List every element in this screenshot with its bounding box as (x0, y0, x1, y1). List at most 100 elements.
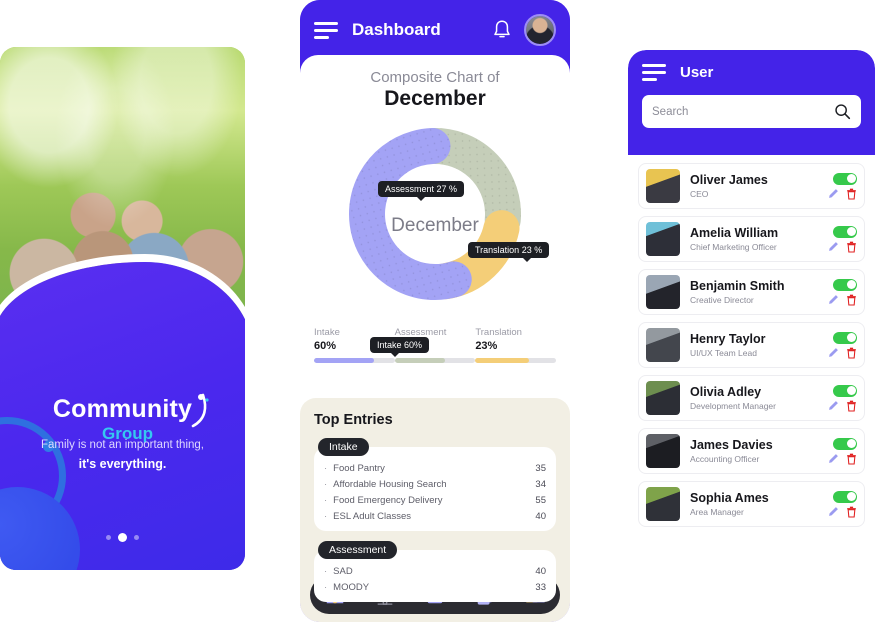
table-row[interactable]: Olivia Adley Development Manager (638, 375, 865, 421)
user-role: Area Manager (690, 507, 744, 518)
trash-delete-icon[interactable] (846, 294, 857, 306)
pencil-edit-icon[interactable] (828, 506, 839, 517)
page-title: User (680, 64, 714, 81)
list-item[interactable]: · Affordable Housing Search 34 (324, 476, 546, 492)
legend-value: 23% (475, 340, 498, 352)
chart-legend: Intake 60% Assessment 27% Translation 23… (300, 327, 570, 363)
row-icon-group (828, 453, 857, 465)
row-actions (828, 225, 857, 253)
user-name: Oliver James (690, 172, 768, 187)
user-name: Henry Taylor (690, 331, 766, 346)
page-title: Dashboard (352, 20, 441, 39)
pencil-edit-icon[interactable] (828, 188, 839, 199)
legend-progress-track (394, 358, 476, 363)
user-list: Oliver James CEO Amelia William Chief Ma… (628, 155, 875, 542)
entry-name: SAD (333, 565, 353, 577)
trash-delete-icon[interactable] (846, 506, 857, 518)
trash-delete-icon[interactable] (846, 188, 857, 200)
trash-delete-icon[interactable] (846, 400, 857, 412)
list-item[interactable]: · Food Emergency Delivery 55 (324, 492, 546, 508)
user-role: UI/UX Team Lead (690, 348, 757, 359)
bullet-icon: · (324, 510, 328, 522)
user-avatar[interactable] (524, 14, 556, 46)
entry-value: 33 (535, 581, 546, 593)
user-role: Chief Marketing Officer (690, 242, 777, 253)
carousel-dot[interactable] (134, 535, 139, 540)
status-toggle[interactable] (833, 331, 857, 344)
header-actions (492, 14, 556, 46)
carousel-dots[interactable] (0, 533, 245, 542)
list-item[interactable]: · MOODY 33 (324, 579, 546, 595)
status-toggle[interactable] (833, 490, 857, 503)
status-toggle[interactable] (833, 278, 857, 291)
table-row[interactable]: Sophia Ames Area Manager (638, 481, 865, 527)
entry-value: 35 (535, 462, 546, 474)
pencil-edit-icon[interactable] (828, 241, 839, 252)
pencil-edit-icon[interactable] (828, 347, 839, 358)
legend-progress-track (475, 358, 556, 363)
table-row[interactable]: Benjamin Smith Creative Director (638, 269, 865, 315)
list-item[interactable]: · ESL Adult Classes 40 (324, 508, 546, 524)
table-row[interactable]: Amelia William Chief Marketing Officer (638, 216, 865, 262)
status-toggle[interactable] (833, 437, 857, 450)
entry-value: 40 (535, 565, 546, 577)
row-icon-group (828, 241, 857, 253)
pencil-edit-icon[interactable] (828, 453, 839, 464)
user-name: Benjamin Smith (690, 278, 785, 293)
row-icon-group (828, 400, 857, 412)
promo-tagline: Family is not an important thing, it's e… (0, 437, 245, 475)
row-actions (828, 172, 857, 200)
entry-value: 34 (535, 478, 546, 490)
pencil-edit-icon[interactable] (828, 400, 839, 411)
search-icon[interactable] (834, 103, 851, 120)
status-toggle[interactable] (833, 225, 857, 238)
entry-value: 55 (535, 494, 546, 506)
hamburger-icon[interactable] (642, 64, 666, 81)
tagline-line-2: it's everything. (78, 456, 167, 471)
avatar (646, 381, 680, 415)
user-header-top: User (642, 64, 861, 81)
hamburger-icon[interactable] (314, 21, 338, 39)
entry-name: Food Emergency Delivery (333, 494, 443, 506)
avatar (646, 487, 680, 521)
trash-delete-icon[interactable] (846, 453, 857, 465)
list-item[interactable]: · SAD 40 (324, 563, 546, 579)
user-header: User (628, 50, 875, 155)
trash-delete-icon[interactable] (846, 241, 857, 253)
user-role: Accounting Officer (690, 454, 760, 465)
pencil-edit-icon[interactable] (828, 294, 839, 305)
avatar (646, 275, 680, 309)
status-toggle[interactable] (833, 172, 857, 185)
user-meta: Olivia Adley Development Manager (690, 385, 828, 411)
legend-progress-track (314, 358, 395, 363)
search-bar[interactable] (642, 95, 861, 128)
user-meta: Henry Taylor UI/UX Team Lead (690, 332, 828, 358)
search-input[interactable] (652, 105, 834, 118)
bullet-icon: · (324, 462, 328, 474)
user-role: Development Manager (690, 401, 776, 412)
entry-name: MOODY (333, 581, 370, 593)
row-icon-group (828, 506, 857, 518)
tooltip-assessment: Assessment 27 % (378, 181, 465, 201)
user-role: Creative Director (690, 295, 754, 306)
entry-card-intake: · Food Pantry 35 · Affordable Housing Se… (314, 447, 556, 531)
row-icon-group (828, 188, 857, 200)
carousel-dot-active[interactable] (118, 533, 127, 542)
table-row[interactable]: Oliver James CEO (638, 163, 865, 209)
table-row[interactable]: Henry Taylor UI/UX Team Lead (638, 322, 865, 368)
entry-value: 40 (535, 510, 546, 522)
status-toggle[interactable] (833, 384, 857, 397)
carousel-dot[interactable] (106, 535, 111, 540)
community-promo-card: Community Group Family is not an importa… (0, 47, 245, 570)
user-name: Amelia William (690, 225, 779, 240)
notification-bell-icon[interactable] (492, 19, 512, 41)
table-row[interactable]: James Davies Accounting Officer (638, 428, 865, 474)
dashboard-header: Dashboard (300, 0, 570, 60)
entry-name: Food Pantry (333, 462, 385, 474)
row-icon-group (828, 294, 857, 306)
row-actions (828, 384, 857, 412)
list-item[interactable]: · Food Pantry 35 (324, 460, 546, 476)
trash-delete-icon[interactable] (846, 347, 857, 359)
row-actions (828, 490, 857, 518)
user-meta: Amelia William Chief Marketing Officer (690, 226, 828, 252)
